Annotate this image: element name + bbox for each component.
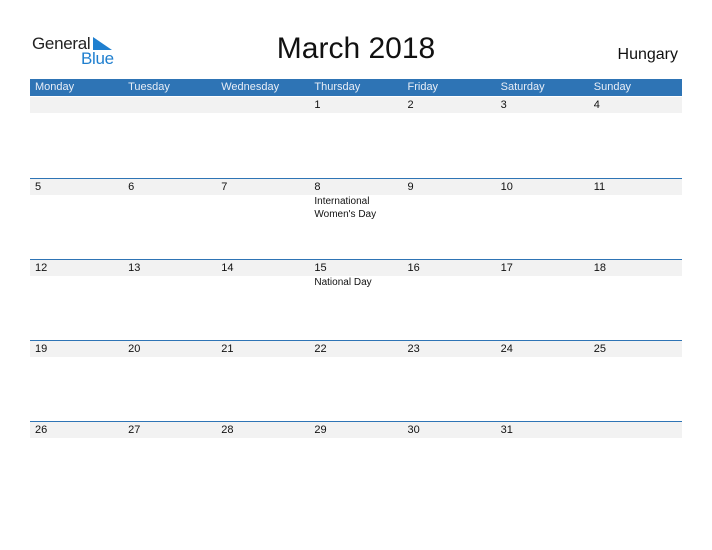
day-number: 8 <box>314 181 321 193</box>
day-number: 7 <box>221 181 228 193</box>
week-row: 12 13 14 15 16 17 18 National Day <box>30 259 682 341</box>
holiday-label <box>30 195 123 221</box>
events-row: International Women's Day <box>30 195 682 221</box>
day-number: 22 <box>314 343 327 355</box>
date-strip: 12 13 14 15 16 17 18 <box>30 260 682 276</box>
week-row: 5 6 7 8 9 10 11 International Women's Day <box>30 178 682 260</box>
day-number: 31 <box>500 424 513 436</box>
day-number: 17 <box>500 262 513 274</box>
weekday-header: Monday Tuesday Wednesday Thursday Friday… <box>30 79 682 96</box>
day-number: 15 <box>314 262 327 274</box>
day-number: 16 <box>407 262 420 274</box>
day-number: 10 <box>500 181 513 193</box>
week-row: 26 27 28 29 30 31 <box>30 421 682 503</box>
country-label: Hungary <box>617 46 678 63</box>
date-strip: 19 20 21 22 23 24 25 <box>30 341 682 357</box>
weekday-sunday: Sunday <box>593 81 632 93</box>
date-strip: 26 27 28 29 30 31 <box>30 422 682 438</box>
events-row: National Day <box>30 276 682 289</box>
day-number: 26 <box>35 424 48 436</box>
holiday-label <box>496 195 589 221</box>
holiday-label: International Women's Day <box>314 196 377 220</box>
day-number <box>123 97 216 113</box>
week-row: 1 2 3 4 <box>30 97 682 178</box>
day-number <box>30 97 123 113</box>
date-strip: 5 6 7 8 9 10 11 <box>30 179 682 195</box>
weekday-wednesday: Wednesday <box>221 81 280 93</box>
day-number: 11 <box>593 181 606 193</box>
holiday-label <box>30 276 123 289</box>
day-number: 12 <box>35 262 48 274</box>
day-number: 14 <box>221 262 234 274</box>
day-number: 5 <box>35 181 42 193</box>
holiday-label <box>403 276 496 289</box>
day-number: 9 <box>407 181 414 193</box>
holiday-label <box>496 276 589 289</box>
holiday-label <box>216 276 309 289</box>
day-number: 19 <box>35 343 48 355</box>
holiday-label: National Day <box>314 277 372 288</box>
calendar-title: March 2018 <box>276 32 436 65</box>
holiday-label <box>123 276 216 289</box>
week-row: 19 20 21 22 23 24 25 <box>30 340 682 422</box>
day-number: 2 <box>407 99 414 111</box>
weekday-tuesday: Tuesday <box>128 81 170 93</box>
holiday-label <box>589 276 682 289</box>
weekday-thursday: Thursday <box>314 81 361 93</box>
weekday-friday: Friday <box>407 81 439 93</box>
day-number: 28 <box>221 424 234 436</box>
day-number: 20 <box>128 343 141 355</box>
day-number <box>216 97 309 113</box>
holiday-label <box>589 195 682 221</box>
day-number: 23 <box>407 343 420 355</box>
weekday-saturday: Saturday <box>500 81 545 93</box>
day-number: 21 <box>221 343 234 355</box>
calendar-grid: Monday Tuesday Wednesday Thursday Friday… <box>30 79 682 438</box>
date-strip: 1 2 3 4 <box>30 97 682 113</box>
day-number: 25 <box>593 343 606 355</box>
day-number: 6 <box>128 181 135 193</box>
day-number: 4 <box>593 99 600 111</box>
weekday-monday: Monday <box>35 81 75 93</box>
day-number: 1 <box>314 99 321 111</box>
day-number <box>589 422 682 438</box>
day-number: 29 <box>314 424 327 436</box>
day-number: 30 <box>407 424 420 436</box>
day-number: 13 <box>128 262 141 274</box>
day-number: 18 <box>593 262 606 274</box>
day-number: 24 <box>500 343 513 355</box>
day-number: 27 <box>128 424 141 436</box>
holiday-label <box>123 195 216 221</box>
holiday-label <box>403 195 496 221</box>
day-number: 3 <box>500 99 507 111</box>
holiday-label <box>216 195 309 221</box>
